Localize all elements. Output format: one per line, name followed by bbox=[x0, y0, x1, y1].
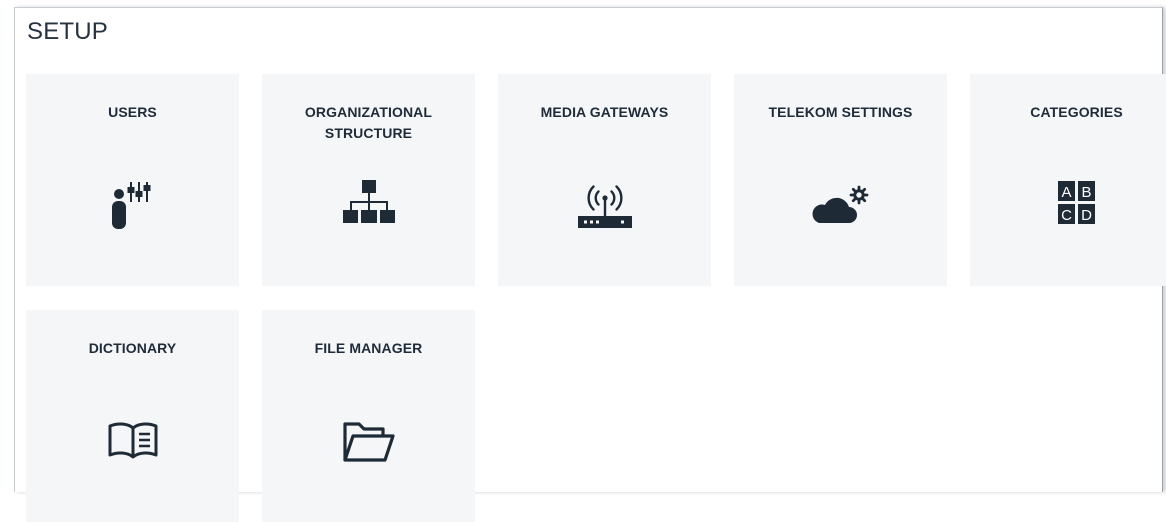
abcd-letter: D bbox=[1081, 207, 1092, 224]
tile-file-manager[interactable]: FILE MANAGER bbox=[262, 310, 475, 522]
tile-telekom-settings[interactable]: TELEKOM SETTINGS bbox=[734, 74, 947, 286]
abcd-letter: C bbox=[1061, 207, 1072, 224]
page-title: SETUP bbox=[27, 18, 109, 45]
user-settings-icon bbox=[26, 177, 239, 233]
tile-label: CATEGORIES bbox=[1030, 104, 1123, 120]
tile-users[interactable]: USERS bbox=[26, 74, 239, 286]
open-book-icon bbox=[26, 418, 239, 462]
tile-categories[interactable]: CATEGORIES A B C D bbox=[970, 74, 1166, 286]
open-folder-icon bbox=[262, 416, 475, 466]
tile-label: TELEKOM SETTINGS bbox=[768, 104, 913, 120]
cloud-gear-icon bbox=[734, 183, 947, 229]
tile-label: FILE MANAGER bbox=[314, 340, 423, 356]
tile-label: ORGANIZATIONAL STRUCTURE bbox=[304, 104, 433, 141]
abcd-letter: A bbox=[1061, 184, 1071, 201]
setup-panel: SETUP USERS ORGANIZATIONAL STRUCTURE MED… bbox=[14, 7, 1166, 522]
tile-media-gateways[interactable]: MEDIA GATEWAYS bbox=[498, 74, 711, 286]
org-chart-icon bbox=[262, 178, 475, 230]
tile-dictionary[interactable]: DICTIONARY bbox=[26, 310, 239, 522]
tile-label: USERS bbox=[108, 104, 157, 120]
abcd-icon: A B C D bbox=[970, 178, 1166, 228]
tile-label: MEDIA GATEWAYS bbox=[540, 104, 669, 120]
router-icon bbox=[498, 178, 711, 234]
tile-organizational-structure[interactable]: ORGANIZATIONAL STRUCTURE bbox=[262, 74, 475, 286]
tile-label: DICTIONARY bbox=[88, 340, 177, 356]
abcd-letter: B bbox=[1081, 184, 1091, 201]
